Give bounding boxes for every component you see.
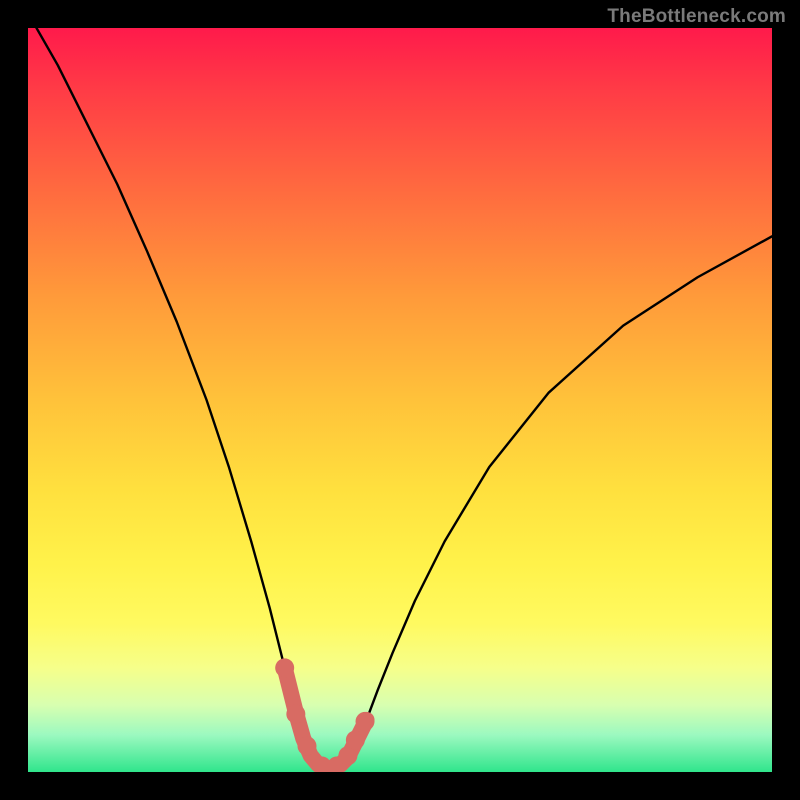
dot <box>346 731 365 750</box>
attribution-text: TheBottleneck.com <box>607 6 786 28</box>
dot <box>275 658 294 677</box>
chart-frame: TheBottleneck.com <box>0 0 800 800</box>
bottleneck-curve <box>28 28 772 768</box>
plot-area <box>28 28 772 772</box>
dot <box>286 704 305 723</box>
chart-svg <box>28 28 772 772</box>
dot <box>298 736 317 755</box>
low-bottleneck-dots <box>275 658 374 772</box>
dot <box>356 712 375 731</box>
